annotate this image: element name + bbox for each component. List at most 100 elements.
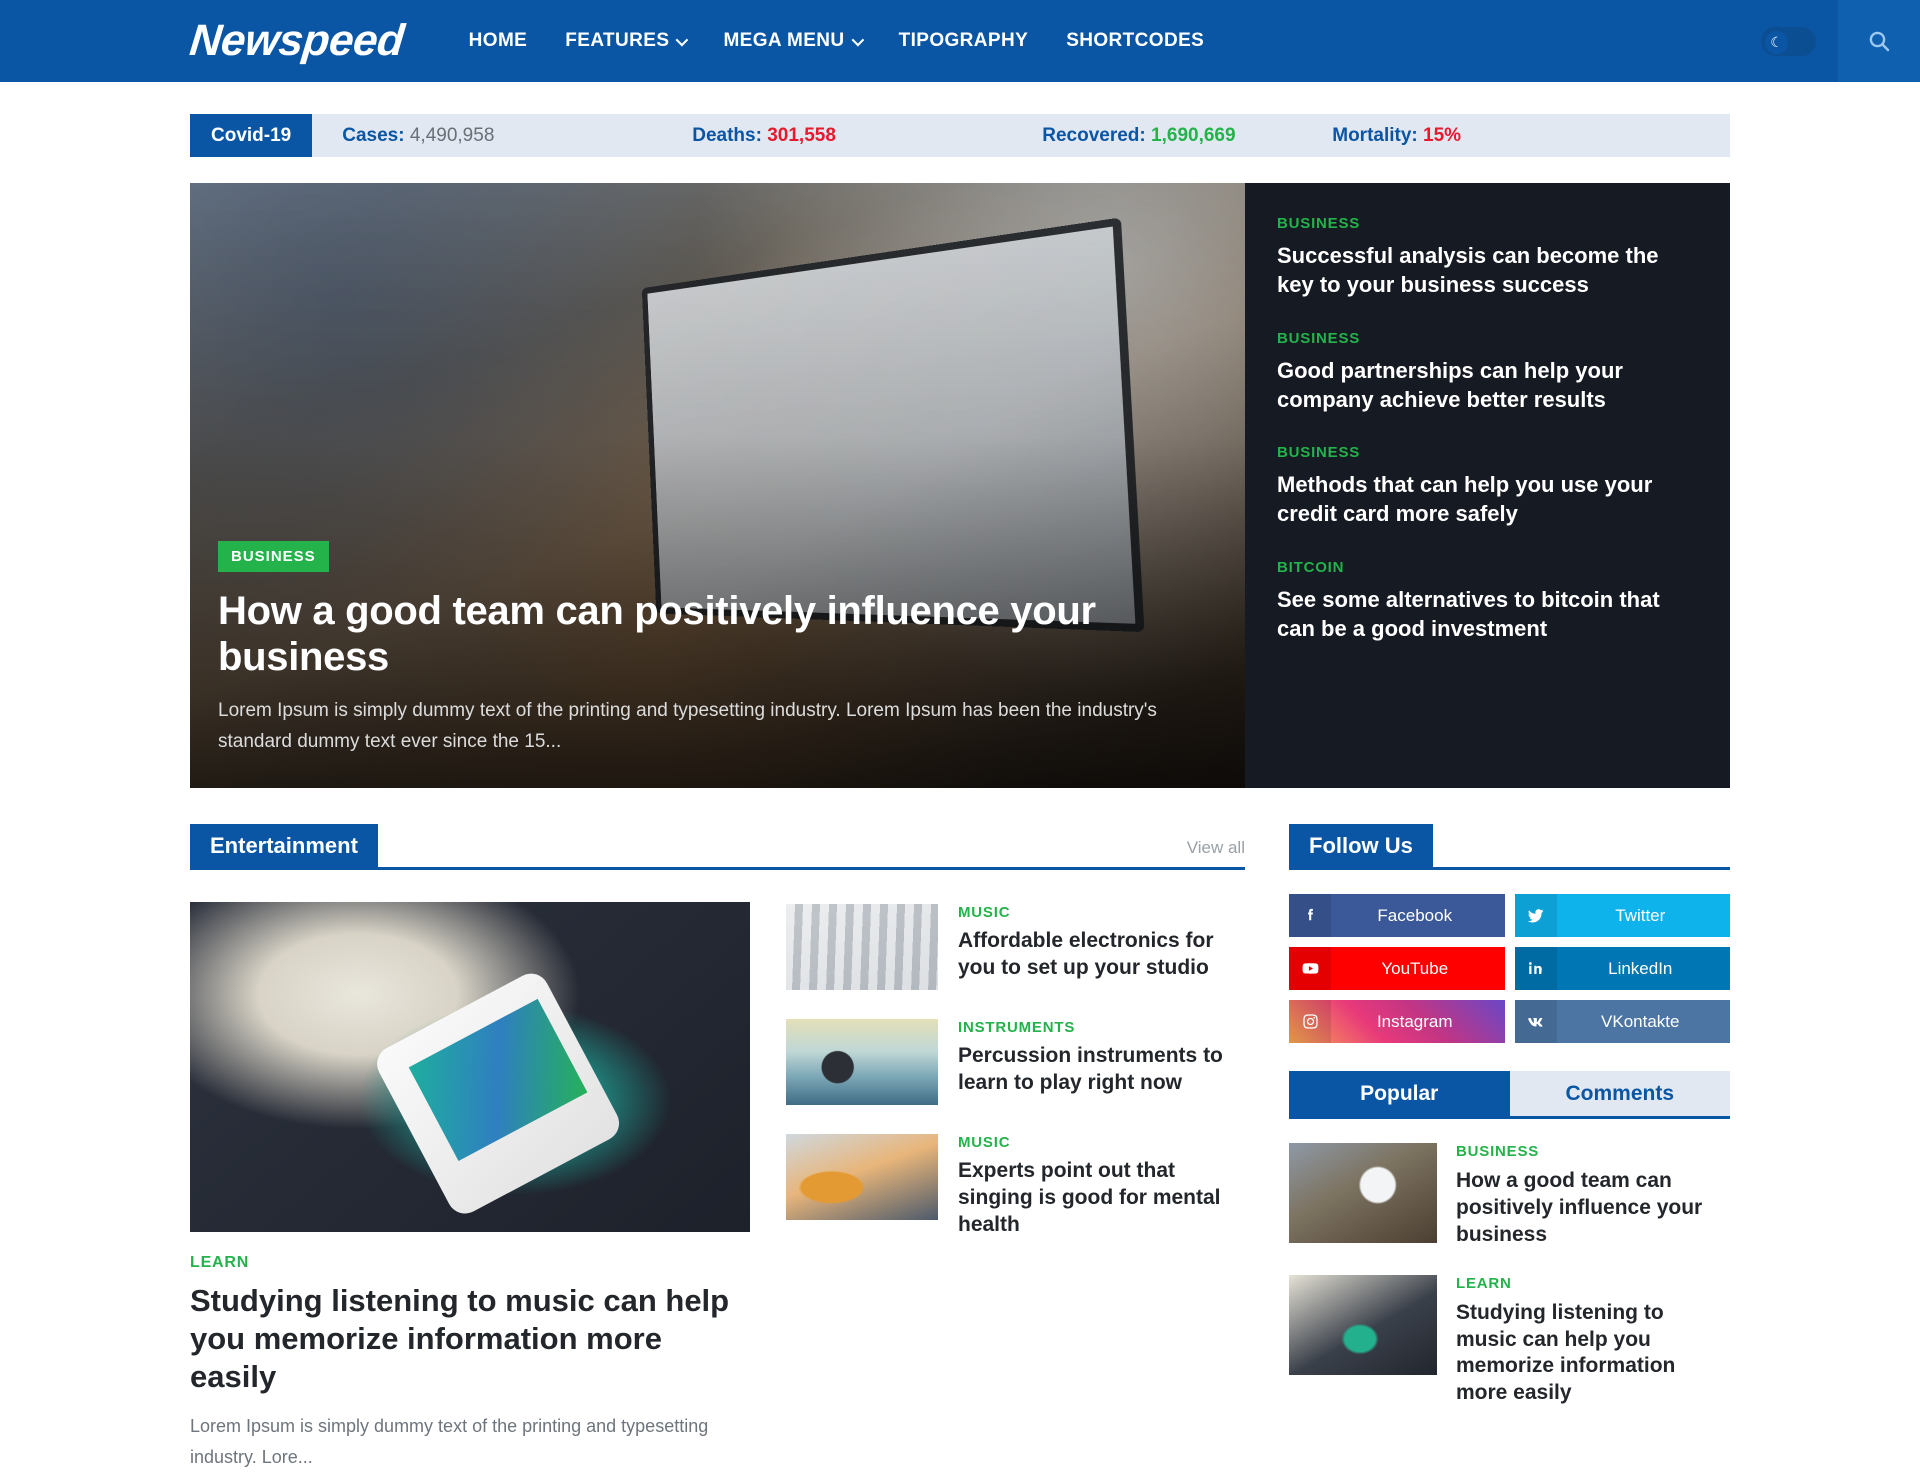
list-item[interactable]: LEARN Studying listening to music can he… (1289, 1274, 1730, 1408)
article-title[interactable]: Experts point out that singing is good f… (958, 1158, 1245, 1239)
entertainment-body: LEARN Studying listening to music can he… (190, 902, 1245, 1473)
nav-label: MEGA MENU (723, 30, 845, 51)
hero-excerpt: Lorem Ipsum is simply dummy text of the … (218, 700, 1157, 753)
chevron-down-icon (675, 33, 689, 46)
view-all-link[interactable]: View all (1187, 838, 1245, 867)
entertainment-feature-excerpt: Lorem Ipsum is simply dummy text of the … (190, 1416, 709, 1468)
tab-popular[interactable]: Popular (1289, 1071, 1510, 1116)
hero-side-category[interactable]: BUSINESS (1277, 215, 1690, 232)
social-label: Instagram (1376, 1011, 1453, 1031)
social-link-instagram[interactable]: Instagram (1289, 1000, 1505, 1043)
widget-title: Follow Us (1289, 823, 1433, 867)
facebook-icon (1289, 894, 1331, 937)
nav-item-mega-menu[interactable]: MEGA MENU (704, 0, 879, 82)
tab-comments[interactable]: Comments (1509, 1071, 1730, 1116)
hero-side-title[interactable]: See some alternatives to bitcoin that ca… (1277, 585, 1690, 644)
dark-mode-toggle-wrap: ☾ (1739, 0, 1838, 82)
nav-item-home[interactable]: HOME (450, 0, 547, 82)
section-header-entertainment: Entertainment View all (190, 822, 1245, 870)
list-item[interactable]: MUSIC Experts point out that singing is … (786, 1134, 1245, 1239)
nav-item-tipography[interactable]: TIPOGRAPHY (880, 0, 1048, 82)
hero-side-title[interactable]: Methods that can help you use your credi… (1277, 470, 1690, 529)
hero-side-title[interactable]: Good partnerships can help your company … (1277, 356, 1690, 415)
hero-content: BUSINESS How a good team can positively … (218, 540, 1185, 758)
covid-stat-value: 15% (1423, 124, 1462, 146)
entertainment-feature-category[interactable]: LEARN (190, 1254, 750, 1272)
list-item-text: LEARN Studying listening to music can he… (1456, 1275, 1730, 1408)
entertainment-feature-title[interactable]: Studying listening to music can help you… (190, 1282, 750, 1395)
list-item-text: BUSINESS How a good team can positively … (1456, 1143, 1730, 1249)
hero-side-item[interactable]: BITCOIN See some alternatives to bitcoin… (1277, 559, 1690, 644)
covid-stat-value: 4,490,958 (409, 124, 495, 146)
vkontakte-icon (1514, 1000, 1557, 1043)
article-thumbnail[interactable] (786, 904, 938, 990)
article-category[interactable]: LEARN (1456, 1275, 1730, 1292)
hero-side-category[interactable]: BUSINESS (1277, 444, 1690, 461)
hero-category-badge[interactable]: BUSINESS (218, 540, 329, 572)
hero-side-list: BUSINESS Successful analysis can become … (1245, 183, 1730, 788)
section-title: Entertainment (190, 823, 378, 867)
article-thumbnail[interactable] (786, 1134, 938, 1220)
hero-featured-article[interactable]: BUSINESS How a good team can positively … (190, 183, 1245, 788)
covid-stat-value: 1,690,669 (1151, 124, 1236, 146)
social-label: VKontakte (1601, 1011, 1680, 1031)
article-thumbnail[interactable] (1289, 1143, 1437, 1243)
social-link-vkontakte[interactable]: VKontakte (1514, 1000, 1730, 1043)
covid-stat-deaths: Deaths: 301,558 (692, 125, 1042, 147)
hero-side-category[interactable]: BUSINESS (1277, 330, 1690, 347)
article-title[interactable]: Affordable electronics for you to set up… (958, 928, 1245, 982)
social-links-grid: Facebook Twitter YouTube LinkedIn Instag… (1289, 894, 1730, 1043)
popular-list: BUSINESS How a good team can positively … (1289, 1143, 1730, 1407)
covid-stat-recovered: Recovered: 1,690,669 (1042, 125, 1332, 147)
hero-section: BUSINESS How a good team can positively … (190, 183, 1730, 788)
covid-stat-label: Deaths: (692, 124, 762, 146)
site-logo[interactable]: Newspeed (186, 0, 408, 82)
site-header: Newspeed HOME FEATURES MEGA MENU TIPOGRA… (0, 0, 1920, 82)
social-link-twitter[interactable]: Twitter (1514, 894, 1730, 937)
social-label: Twitter (1615, 905, 1666, 925)
hero-side-category[interactable]: BITCOIN (1277, 559, 1690, 576)
twitter-icon (1514, 894, 1557, 937)
article-title[interactable]: How a good team can positively influence… (1456, 1168, 1730, 1249)
social-link-linkedin[interactable]: LinkedIn (1514, 947, 1730, 990)
article-thumbnail[interactable] (1289, 1274, 1437, 1375)
covid-stat-label: Cases: (342, 124, 405, 146)
entertainment-article-list: MUSIC Affordable electronics for you to … (786, 902, 1245, 1473)
article-title[interactable]: Percussion instruments to learn to play … (958, 1043, 1245, 1097)
article-category[interactable]: INSTRUMENTS (958, 1019, 1245, 1036)
search-button[interactable] (1838, 0, 1920, 82)
covid-stats: Cases: 4,490,958 Deaths: 301,558 Recover… (312, 114, 1730, 157)
hero-side-item[interactable]: BUSINESS Successful analysis can become … (1277, 215, 1690, 300)
article-category[interactable]: BUSINESS (1456, 1143, 1730, 1160)
hero-side-title[interactable]: Successful analysis can become the key t… (1277, 241, 1690, 300)
article-title[interactable]: Studying listening to music can help you… (1456, 1300, 1730, 1408)
youtube-icon (1289, 947, 1331, 990)
list-item-text: INSTRUMENTS Percussion instruments to le… (958, 1019, 1245, 1105)
hero-title[interactable]: How a good team can positively influence… (218, 588, 1185, 681)
article-category[interactable]: MUSIC (958, 1134, 1245, 1151)
article-thumbnail[interactable] (786, 1019, 938, 1105)
entertainment-feature-image[interactable] (190, 902, 750, 1232)
main-navigation: HOME FEATURES MEGA MENU TIPOGRAPHY SHORT… (450, 0, 1224, 82)
list-item[interactable]: BUSINESS How a good team can positively … (1289, 1143, 1730, 1249)
nav-label: FEATURES (565, 30, 670, 51)
chevron-down-icon (851, 33, 864, 46)
social-link-youtube[interactable]: YouTube (1289, 947, 1505, 990)
social-label: Facebook (1377, 905, 1453, 925)
widget-tabs: Popular Comments (1289, 1071, 1730, 1119)
hero-side-item[interactable]: BUSINESS Methods that can help you use y… (1277, 444, 1690, 529)
hero-side-item[interactable]: BUSINESS Good partnerships can help your… (1277, 330, 1690, 415)
article-category[interactable]: MUSIC (958, 904, 1245, 921)
sidebar: Follow Us Facebook Twitter YouTube Linke… (1289, 822, 1730, 1473)
page-container: Covid-19 Cases: 4,490,958 Deaths: 301,55… (0, 114, 1920, 1473)
moon-icon: ☾ (1765, 30, 1788, 54)
nav-item-features[interactable]: FEATURES (546, 0, 704, 82)
social-link-facebook[interactable]: Facebook (1289, 894, 1505, 937)
list-item[interactable]: MUSIC Affordable electronics for you to … (786, 904, 1245, 990)
list-item[interactable]: INSTRUMENTS Percussion instruments to le… (786, 1019, 1245, 1105)
search-icon (1869, 31, 1890, 52)
dark-mode-toggle[interactable]: ☾ (1761, 26, 1816, 56)
entertainment-feature-article[interactable]: LEARN Studying listening to music can he… (190, 902, 750, 1473)
nav-item-shortcodes[interactable]: SHORTCODES (1047, 0, 1223, 82)
covid-stat-label: Recovered: (1042, 124, 1146, 146)
